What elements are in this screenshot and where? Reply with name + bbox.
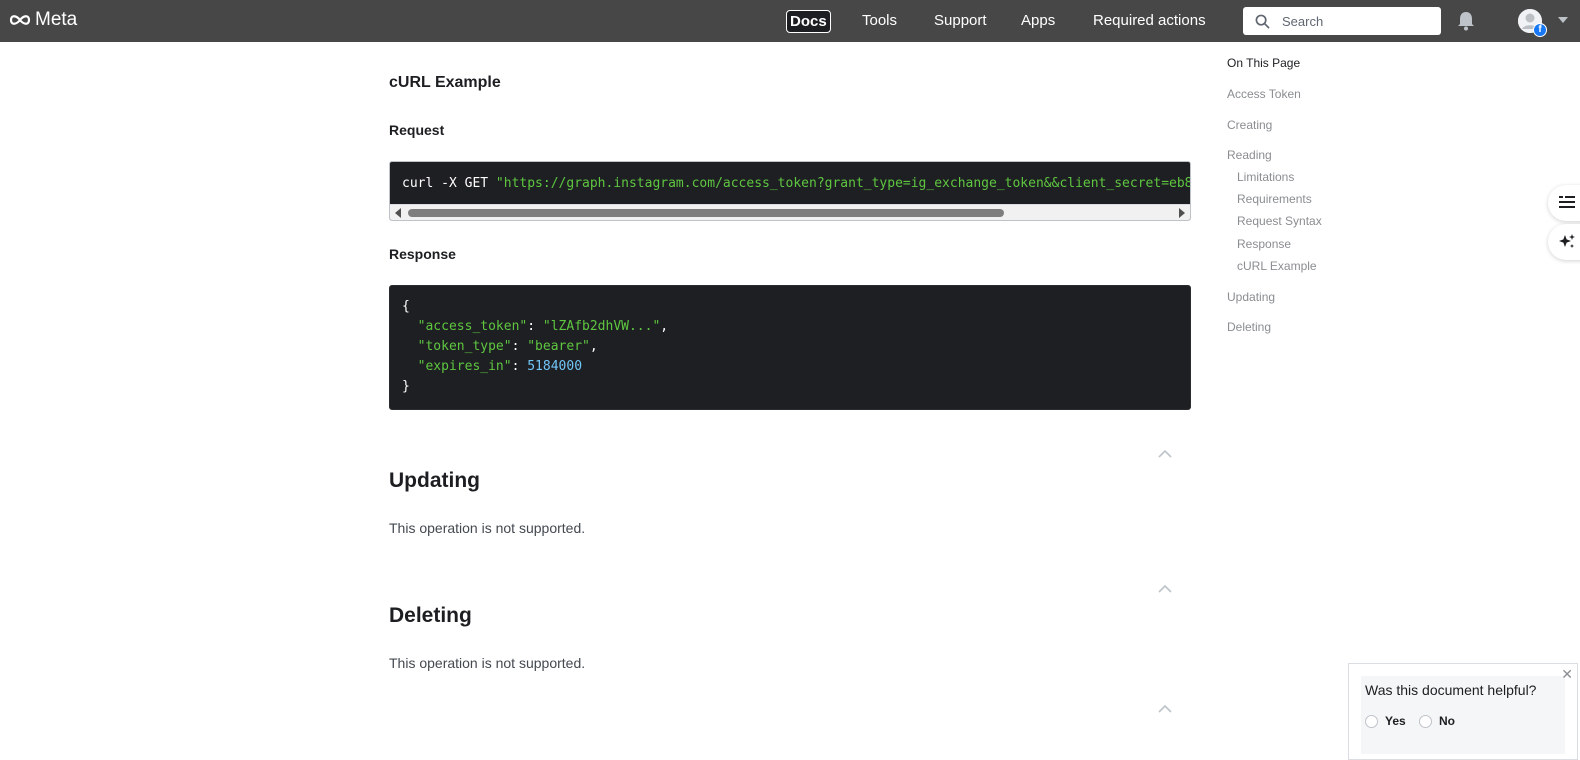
code-line: } bbox=[402, 379, 410, 394]
feedback-question: Was this document helpful? bbox=[1365, 682, 1537, 698]
yes-radio[interactable] bbox=[1365, 714, 1378, 728]
toc-item-curl-example[interactable]: cURL Example bbox=[1237, 259, 1317, 273]
feedback-no-option[interactable]: No bbox=[1419, 714, 1455, 728]
json-value: 5184000 bbox=[527, 359, 583, 374]
nav-docs[interactable]: Docs bbox=[786, 10, 831, 33]
meta-infinity-icon bbox=[9, 15, 31, 25]
nav-apps[interactable]: Apps bbox=[1018, 10, 1058, 33]
response-code-block: { "access_token": "lZAfb2dhVW...", "toke… bbox=[389, 285, 1191, 410]
request-heading: Request bbox=[389, 122, 445, 138]
toc-item-requirements[interactable]: Requirements bbox=[1237, 192, 1312, 206]
horizontal-scrollbar[interactable] bbox=[390, 204, 1190, 220]
search-input[interactable] bbox=[1280, 12, 1430, 30]
curl-example-heading: cURL Example bbox=[389, 74, 501, 91]
nav-required-actions[interactable]: Required actions bbox=[1090, 10, 1209, 33]
toc-item-reading[interactable]: Reading bbox=[1227, 148, 1272, 162]
toc-item-creating[interactable]: Creating bbox=[1227, 118, 1272, 132]
toc-item-deleting[interactable]: Deleting bbox=[1227, 320, 1271, 334]
scroll-left-arrow-icon[interactable] bbox=[394, 208, 402, 218]
toc-item-request-syntax[interactable]: Request Syntax bbox=[1237, 214, 1322, 228]
ai-assistant-button[interactable] bbox=[1548, 224, 1580, 260]
toc-title: On This Page bbox=[1227, 56, 1301, 70]
logo-text: Meta bbox=[35, 9, 78, 30]
request-code-line: curl -X GET "https://graph.instagram.com… bbox=[402, 176, 1191, 191]
nav-tools[interactable]: Tools bbox=[859, 10, 900, 33]
notes-list-icon bbox=[1559, 196, 1575, 208]
user-avatar[interactable]: f bbox=[1518, 9, 1547, 37]
deleting-text: This operation is not supported. bbox=[389, 655, 586, 671]
top-navigation-bar: Meta Docs Tools Support Apps Required ac… bbox=[0, 0, 1580, 42]
search-box[interactable] bbox=[1243, 7, 1441, 35]
close-icon[interactable]: ✕ bbox=[1561, 666, 1573, 683]
updating-text: This operation is not supported. bbox=[389, 520, 586, 536]
json-value: "bearer" bbox=[527, 339, 590, 354]
request-command: curl -X GET bbox=[402, 176, 496, 191]
response-heading: Response bbox=[389, 246, 456, 262]
scroll-right-arrow-icon[interactable] bbox=[1178, 208, 1186, 218]
nav-support[interactable]: Support bbox=[931, 10, 990, 33]
toc-item-response[interactable]: Response bbox=[1237, 237, 1291, 251]
scrollbar-thumb[interactable] bbox=[408, 209, 1004, 217]
request-url: "https://graph.instagram.com/access_toke… bbox=[495, 176, 1191, 191]
json-key: "access_token" bbox=[417, 319, 528, 334]
code-line: "expires_in": 5184000 bbox=[417, 359, 583, 374]
feedback-yes-option[interactable]: Yes bbox=[1365, 714, 1406, 728]
toc-item-limitations[interactable]: Limitations bbox=[1237, 170, 1294, 184]
request-code-block: curl -X GET "https://graph.instagram.com… bbox=[389, 161, 1191, 221]
meta-logo[interactable]: Meta bbox=[8, 9, 77, 31]
code-line: { bbox=[402, 299, 410, 314]
toc-item-updating[interactable]: Updating bbox=[1227, 290, 1275, 304]
json-value: "lZAfb2dhVW..." bbox=[542, 319, 661, 334]
notification-bell-icon[interactable] bbox=[1457, 11, 1475, 31]
json-key: "token_type" bbox=[417, 339, 512, 354]
sparkle-icon bbox=[1559, 234, 1575, 248]
collapse-chevron-up-icon[interactable] bbox=[1158, 584, 1172, 593]
collapse-chevron-up-icon[interactable] bbox=[1158, 704, 1172, 713]
no-label: No bbox=[1439, 714, 1455, 728]
code-line: "access_token": "lZAfb2dhVW...", bbox=[417, 319, 669, 334]
code-line: "token_type": "bearer", bbox=[417, 339, 598, 354]
no-radio[interactable] bbox=[1419, 714, 1432, 728]
feedback-widget: ✕ Was this document helpful? Yes No bbox=[1348, 663, 1578, 760]
toc-item-access-token[interactable]: Access Token bbox=[1227, 87, 1301, 101]
side-panel-button[interactable] bbox=[1548, 185, 1580, 221]
deleting-heading: Deleting bbox=[389, 604, 472, 627]
json-key: "expires_in" bbox=[417, 359, 512, 374]
account-menu-caret-icon[interactable] bbox=[1558, 17, 1568, 24]
collapse-chevron-up-icon[interactable] bbox=[1158, 449, 1172, 458]
updating-heading: Updating bbox=[389, 469, 480, 492]
facebook-badge-icon: f bbox=[1533, 23, 1547, 37]
search-icon bbox=[1255, 14, 1270, 28]
yes-label: Yes bbox=[1385, 714, 1406, 728]
